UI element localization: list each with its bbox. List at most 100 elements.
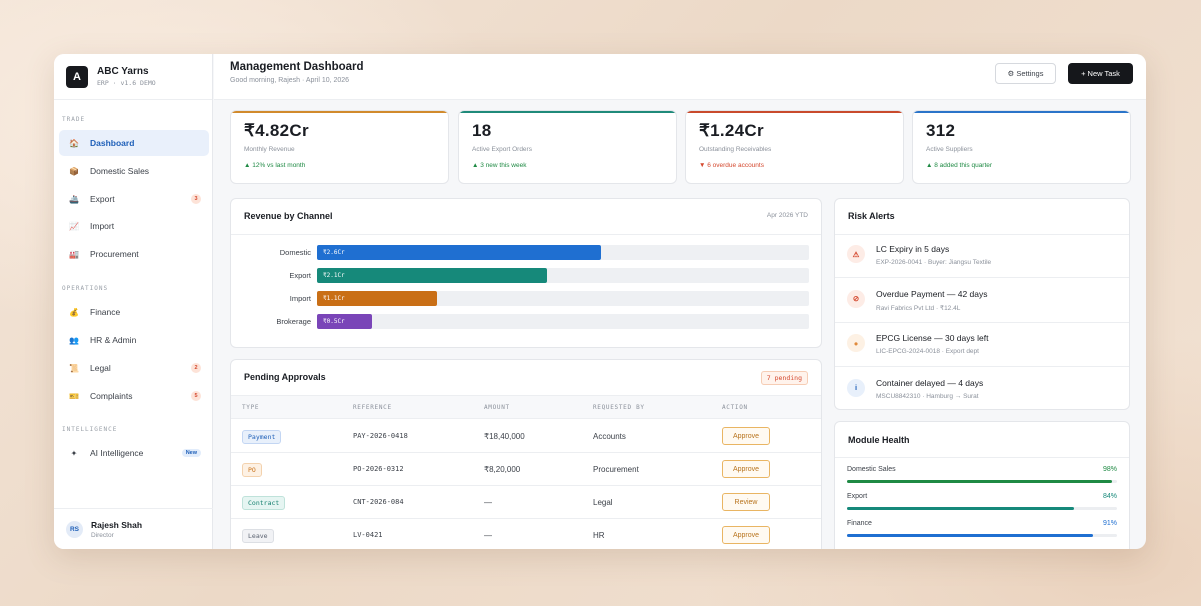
page-title: Management Dashboard [230, 61, 364, 73]
app-window: A ABC Yarns ERP · v1.6 DEMO TRADE 🏠 Dash… [54, 54, 1146, 549]
channel-bar-track: ₹2.6Cr [317, 245, 809, 260]
module-health-track [847, 507, 1117, 510]
risk-card: Risk Alerts ⚠ LC Expiry in 5 days EXP-2026… [834, 198, 1130, 410]
channel-bar: ₹2.6Cr [317, 245, 601, 260]
alert-subtitle: EXP-2026-0041 · Buyer: Jiangsu Textile [876, 259, 992, 266]
channel-label: Brokerage [276, 317, 311, 326]
review-button[interactable]: Review [722, 493, 770, 511]
sidebar-item-label: HR & Admin [90, 335, 137, 345]
kpi-value: 18 [472, 121, 492, 140]
alert-title: EPCG License — 30 days left [876, 333, 989, 343]
channel-bar-track: ₹0.5Cr [317, 314, 809, 329]
approve-button[interactable]: Approve [722, 427, 770, 445]
type-tag: Contract [242, 496, 286, 510]
module-health-track [847, 480, 1117, 483]
pending-count-pill: 7 pending [760, 371, 808, 385]
kpi-value: 312 [926, 121, 956, 140]
risk-alert-item[interactable]: ⊘ Overdue Payment — 42 days Ravi Fabrics P… [835, 279, 1129, 323]
approve-button[interactable]: Approve [722, 526, 770, 544]
new-task-button[interactable]: + New Task [1068, 63, 1133, 84]
channel-bar-track: ₹1.1Cr [317, 291, 809, 306]
amount-cell: — [484, 498, 492, 507]
kpi-change: ▼ 6 overdue accounts [699, 162, 764, 169]
amount-cell: ₹8,20,000 [484, 465, 521, 474]
module-health-bar [847, 534, 1093, 537]
channel-bar: ₹0.5Cr [317, 314, 372, 329]
alert-subtitle: LIC-EPCG-2024-0018 · Export dept [876, 348, 979, 355]
app-logo: A [66, 65, 88, 88]
sidebar-item-label: Dashboard [90, 138, 135, 148]
module-name: Domestic Sales [847, 466, 896, 473]
user-profile[interactable]: RS Rajesh Shah Director [54, 508, 213, 549]
col-amount: AMOUNT [484, 404, 510, 411]
sidebar-item-label: Domestic Sales [90, 166, 150, 176]
table-row: Payment PAY-2026-0418 ₹18,40,000 Accounts Ap… [231, 420, 821, 453]
kpi-change: ▲ 12% vs last month [244, 162, 306, 169]
health-title: Module Health [848, 435, 910, 445]
kpi-card-suppliers: 312 Active Suppliers ▲ 8 added this quar… [912, 110, 1131, 184]
col-type: TYPE [242, 404, 260, 411]
clock-icon: ⊘ [847, 289, 865, 308]
alert-subtitle: Ravi Fabrics Pvt Ltd · ₹12.4L [876, 304, 961, 312]
avatar: RS [66, 520, 83, 538]
kpi-accent-bar [913, 111, 1130, 113]
kpi-label: Active Suppliers [926, 146, 973, 153]
module-health-pct: 98% [1102, 466, 1117, 473]
sidebar-item-ai-intelligence[interactable]: ✦ AI Intelligence New [59, 440, 209, 466]
sidebar-item-procurement[interactable]: 🏭 Procurement [59, 241, 209, 267]
sidebar-item-domestic-sales[interactable]: 📦 Domestic Sales [59, 158, 209, 184]
kpi-card-revenue: ₹4.82Cr Monthly Revenue ▲ 12% vs last mo… [230, 110, 449, 184]
requested-by-cell: Procurement [593, 465, 639, 474]
amount-cell: ₹18,40,000 [484, 432, 525, 441]
kpi-change: ▲ 8 added this quarter [926, 162, 993, 169]
sidebar-item-hr-admin[interactable]: 👥 HR & Admin [59, 327, 209, 353]
complaints-count-badge: 5 [191, 391, 201, 401]
app-name: ABC Yarns [97, 66, 149, 77]
sidebar-item-finance[interactable]: 💰 Finance [59, 299, 209, 325]
chart-icon: 📈 [69, 221, 79, 231]
sidebar-item-legal[interactable]: 📜 Legal 2 [59, 355, 209, 381]
table-row: Leave LV-0421 — HR Approve [231, 519, 821, 549]
channel-value-label: ₹0.5Cr [323, 318, 345, 325]
risk-alert-item[interactable]: ● EPCG License — 30 days left LIC-EPCG-202… [835, 323, 1129, 367]
settings-button[interactable]: ⚙ Settings [995, 63, 1056, 84]
requested-by-cell: Accounts [593, 432, 626, 441]
risk-title: Risk Alerts [848, 211, 895, 221]
section-trade: TRADE [62, 116, 86, 123]
kpi-card-receivables: ₹1.24Cr Outstanding Receivables ▼ 6 over… [685, 110, 904, 184]
sidebar-item-label: Procurement [90, 249, 139, 259]
user-name: Rajesh Shah [91, 519, 143, 530]
sidebar-item-export[interactable]: 🚢 Export 3 [59, 186, 209, 212]
amount-cell: — [484, 531, 492, 540]
reference-cell: LV-0421 [353, 531, 383, 539]
sidebar-item-dashboard[interactable]: 🏠 Dashboard [59, 130, 209, 156]
ship-icon: 🚢 [69, 194, 79, 204]
divider [231, 234, 821, 235]
section-intelligence: INTELLIGENCE [62, 426, 118, 433]
sidebar-item-label: Finance [90, 307, 121, 317]
sidebar-item-import[interactable]: 📈 Import [59, 213, 209, 239]
sidebar-item-complaints[interactable]: 🎫 Complaints 5 [59, 383, 209, 409]
kpi-label: Monthly Revenue [244, 146, 295, 153]
channel-bar-track: ₹2.1Cr [317, 268, 809, 283]
module-health-pct: 84% [1102, 493, 1117, 500]
app-version: ERP · v1.6 DEMO [97, 79, 156, 87]
requested-by-cell: HR [593, 531, 605, 540]
sidebar: A ABC Yarns ERP · v1.6 DEMO TRADE 🏠 Dash… [54, 54, 213, 549]
channel-value-label: ₹2.1Cr [323, 272, 345, 279]
kpi-label: Active Export Orders [472, 146, 532, 153]
risk-alert-item[interactable]: i Container delayed — 4 days MSCU8842310 ·… [835, 368, 1129, 410]
kpi-accent-bar [459, 111, 676, 113]
kpi-change: ▲ 3 new this week [472, 162, 527, 169]
page-subtitle: Good morning, Rajesh · April 10, 2026 [230, 77, 350, 84]
module-name: Export [847, 493, 868, 500]
alert-title: LC Expiry in 5 days [876, 244, 950, 254]
module-health-track [847, 534, 1117, 537]
revenue-period: Apr 2026 YTD [766, 212, 808, 219]
reference-cell: PO-2026-0312 [353, 465, 404, 473]
risk-alert-item[interactable]: ⚠ LC Expiry in 5 days EXP-2026-0041 · Buye… [835, 234, 1129, 278]
approve-button[interactable]: Approve [722, 460, 770, 478]
table-header: TYPE REFERENCE AMOUNT REQUESTED BY ACTIO… [231, 395, 821, 419]
alert-title: Overdue Payment — 42 days [876, 288, 988, 299]
reference-cell: PAY-2026-0418 [353, 432, 408, 440]
